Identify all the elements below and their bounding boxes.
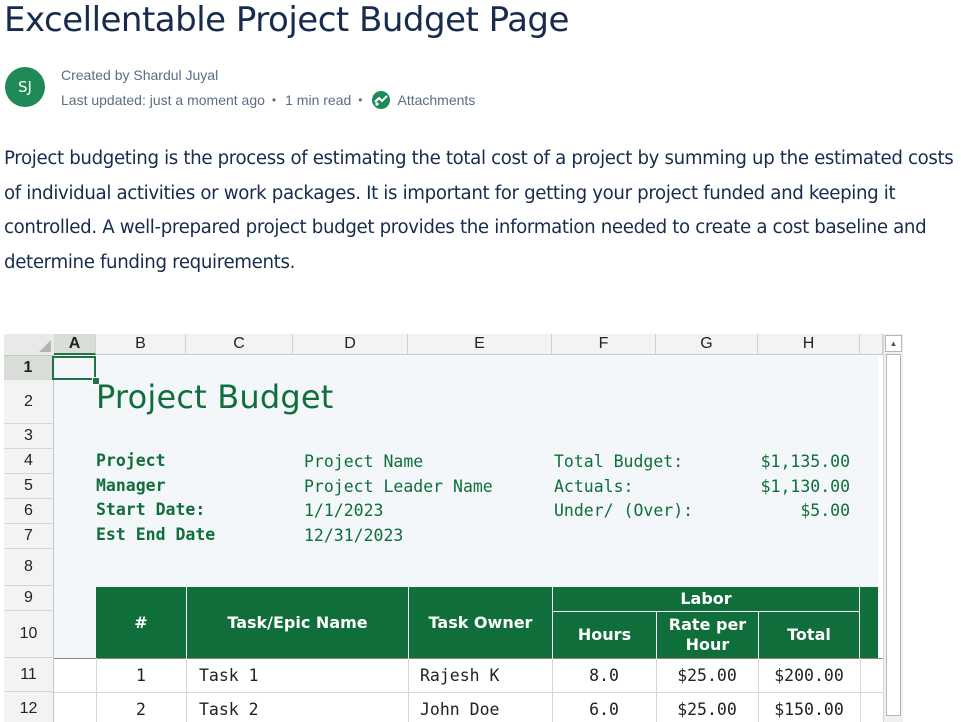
row-header-9[interactable]: 9: [4, 586, 54, 611]
column-header-f[interactable]: F: [552, 334, 656, 355]
column-header-g[interactable]: G: [656, 334, 758, 355]
page-meta: Last updated: just a moment ago • 1 min …: [61, 90, 475, 110]
label-total-budget: Total Budget:: [554, 452, 684, 471]
cell-total[interactable]: $150.00: [758, 692, 860, 722]
grid-line: [408, 658, 409, 722]
column-header-a[interactable]: A: [54, 334, 96, 355]
column-header-overflow[interactable]: [860, 334, 883, 355]
grid-line: [186, 658, 187, 722]
column-header-d[interactable]: D: [293, 334, 408, 355]
last-updated: Last updated: just a moment ago: [61, 92, 265, 108]
cell-task-owner[interactable]: John Doe: [420, 692, 550, 722]
row-header-11[interactable]: 11: [4, 658, 54, 692]
row-header-1[interactable]: 1: [4, 356, 54, 380]
row-header-8[interactable]: 8: [4, 549, 54, 586]
budget-title: Project Budget: [96, 378, 334, 416]
scroll-thumb[interactable]: [886, 354, 901, 716]
header-extra: [860, 587, 878, 658]
separator-dot: •: [358, 93, 363, 107]
read-time: 1 min read: [285, 92, 352, 108]
row-header-3[interactable]: 3: [4, 424, 54, 449]
header-rate: Rate per Hour: [657, 612, 758, 658]
value-project-name: Project Name: [304, 452, 424, 471]
page-title: Excellentable Project Budget Page: [4, 0, 569, 40]
attachments-icon[interactable]: [371, 90, 391, 110]
value-end-date: 12/31/2023: [304, 526, 404, 545]
select-all-corner[interactable]: [4, 334, 55, 356]
label-end-date: Est End Date: [96, 525, 216, 544]
row-header-6[interactable]: 6: [4, 499, 54, 524]
cell-task-number[interactable]: 2: [96, 692, 186, 722]
header-task-name: Task/Epic Name: [187, 587, 408, 658]
row-header-5[interactable]: 5: [4, 474, 54, 499]
intro-paragraph: Project budgeting is the process of esti…: [4, 148, 954, 273]
vertical-scrollbar[interactable]: ▲: [883, 334, 903, 722]
header-total: Total: [759, 612, 859, 658]
separator-dot: •: [271, 93, 277, 107]
active-cell-a1[interactable]: [52, 356, 96, 380]
label-actuals: Actuals:: [554, 477, 634, 496]
avatar[interactable]: SJ: [5, 67, 45, 107]
label-manager: Manager: [96, 476, 166, 495]
column-header-c[interactable]: C: [186, 334, 293, 355]
row-header-2[interactable]: 2: [4, 380, 54, 424]
cell-hours[interactable]: 8.0: [552, 658, 656, 692]
row-header-7[interactable]: 7: [4, 524, 54, 549]
column-header-h[interactable]: H: [758, 334, 860, 355]
value-start-date: 1/1/2023: [304, 501, 384, 520]
row-header-10[interactable]: 10: [4, 611, 54, 658]
cell-task-name[interactable]: Task 2: [199, 692, 399, 722]
header-hours: Hours: [553, 612, 656, 658]
scroll-up-icon[interactable]: ▲: [885, 335, 902, 352]
label-project: Project: [96, 451, 166, 470]
cell-task-name[interactable]: Task 1: [199, 658, 399, 692]
row-header-4[interactable]: 4: [4, 449, 54, 474]
header-number: #: [96, 587, 186, 658]
value-under-over: $5.00: [800, 501, 850, 520]
spreadsheet[interactable]: A B C D E F G H 1 2 3 4 5 6 7 8 9 10 11 …: [4, 334, 961, 722]
header-labor: Labor: [553, 587, 859, 611]
cell-task-number[interactable]: 1: [96, 658, 186, 692]
cell-rate[interactable]: $25.00: [656, 658, 758, 692]
value-total-budget: $1,135.00: [760, 452, 850, 471]
row-header-12[interactable]: 12: [4, 692, 54, 722]
cell-rate[interactable]: $25.00: [656, 692, 758, 722]
label-start-date: Start Date:: [96, 500, 206, 519]
grid-line: [860, 658, 861, 722]
created-by: Created by Shardul Juyal: [61, 67, 219, 83]
label-under-over: Under/ (Over):: [554, 501, 694, 520]
cell-hours[interactable]: 6.0: [552, 692, 656, 722]
column-header-e[interactable]: E: [408, 334, 552, 355]
header-task-owner: Task Owner: [409, 587, 552, 658]
value-leader-name: Project Leader Name: [304, 477, 493, 496]
cell-total[interactable]: $200.00: [758, 658, 860, 692]
cell-task-owner[interactable]: Rajesh K: [420, 658, 550, 692]
value-actuals: $1,130.00: [760, 477, 850, 496]
column-header-b[interactable]: B: [96, 334, 186, 355]
attachments-link[interactable]: Attachments: [397, 92, 475, 108]
